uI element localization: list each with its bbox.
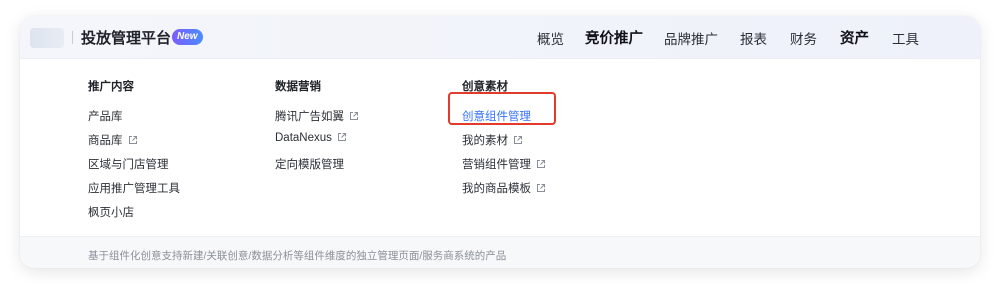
external-link-icon [536,159,546,169]
external-link-icon [337,132,347,142]
menu-item-my-materials[interactable]: 我的素材 [462,132,523,148]
nav-bidding-promotion[interactable]: 竞价推广 [585,27,643,48]
menu-item-datanexus[interactable]: DataNexus [275,132,347,144]
column-title-promotion-content: 推广内容 [88,81,134,93]
nav-assets[interactable]: 资产 [840,27,869,48]
menu-item-targeting-template[interactable]: 定向模版管理 [275,156,344,172]
nav-brand-promotion[interactable]: 品牌推广 [664,28,718,48]
nav-overview[interactable]: 概览 [537,28,564,48]
external-link-icon [536,183,546,193]
external-link-icon [349,111,359,121]
top-nav-bar: 投放管理平台 New 概览 竞价推广 品牌推广 报表 财务 资产 工具 [20,16,980,59]
menu-item-label: 枫页小店 [88,207,134,219]
menu-item-app-promotion-tools[interactable]: 应用推广管理工具 [88,180,180,196]
menu-item-region-store[interactable]: 区域与门店管理 [88,156,169,172]
menu-item-label: 商品库 [88,135,123,147]
highlight-annotation-box [448,92,556,125]
nav-tools[interactable]: 工具 [892,28,919,48]
nav-finance[interactable]: 财务 [790,28,817,48]
external-link-icon [128,135,138,145]
menu-item-label: 我的素材 [462,135,508,147]
menu-item-label: 腾讯广告如翼 [275,111,344,123]
menu-item-label: 定向模版管理 [275,159,344,171]
menu-item-product-library[interactable]: 产品库 [88,108,123,124]
menu-item-fengye-shop[interactable]: 枫页小店 [88,204,134,220]
menu-footer: 基于组件化创意支持新建/关联创意/数据分析等组件维度的独立管理页面/服务商系统的… [20,236,980,268]
menu-item-label: DataNexus [275,132,332,144]
external-link-icon [513,135,523,145]
menu-item-my-product-template[interactable]: 我的商品模板 [462,180,546,196]
main-nav: 概览 竞价推广 品牌推广 报表 财务 资产 工具 [20,28,980,48]
menu-item-goods-library[interactable]: 商品库 [88,132,138,148]
menu-item-label: 产品库 [88,111,123,123]
menu-item-marketing-component[interactable]: 营销组件管理 [462,156,546,172]
column-title-data-marketing: 数据营销 [275,81,321,93]
nav-reports[interactable]: 报表 [740,28,767,48]
menu-item-tencent-ruyi[interactable]: 腾讯广告如翼 [275,108,359,124]
footer-description: 基于组件化创意支持新建/关联创意/数据分析等组件维度的独立管理页面/服务商系统的… [88,250,507,262]
menu-item-label: 我的商品模板 [462,183,531,195]
menu-item-label: 营销组件管理 [462,159,531,171]
menu-item-label: 区域与门店管理 [88,159,169,171]
asset-menu-panel: 投放管理平台 New 概览 竞价推广 品牌推广 报表 财务 资产 工具 推广内容… [20,16,980,268]
menu-item-label: 应用推广管理工具 [88,183,180,195]
